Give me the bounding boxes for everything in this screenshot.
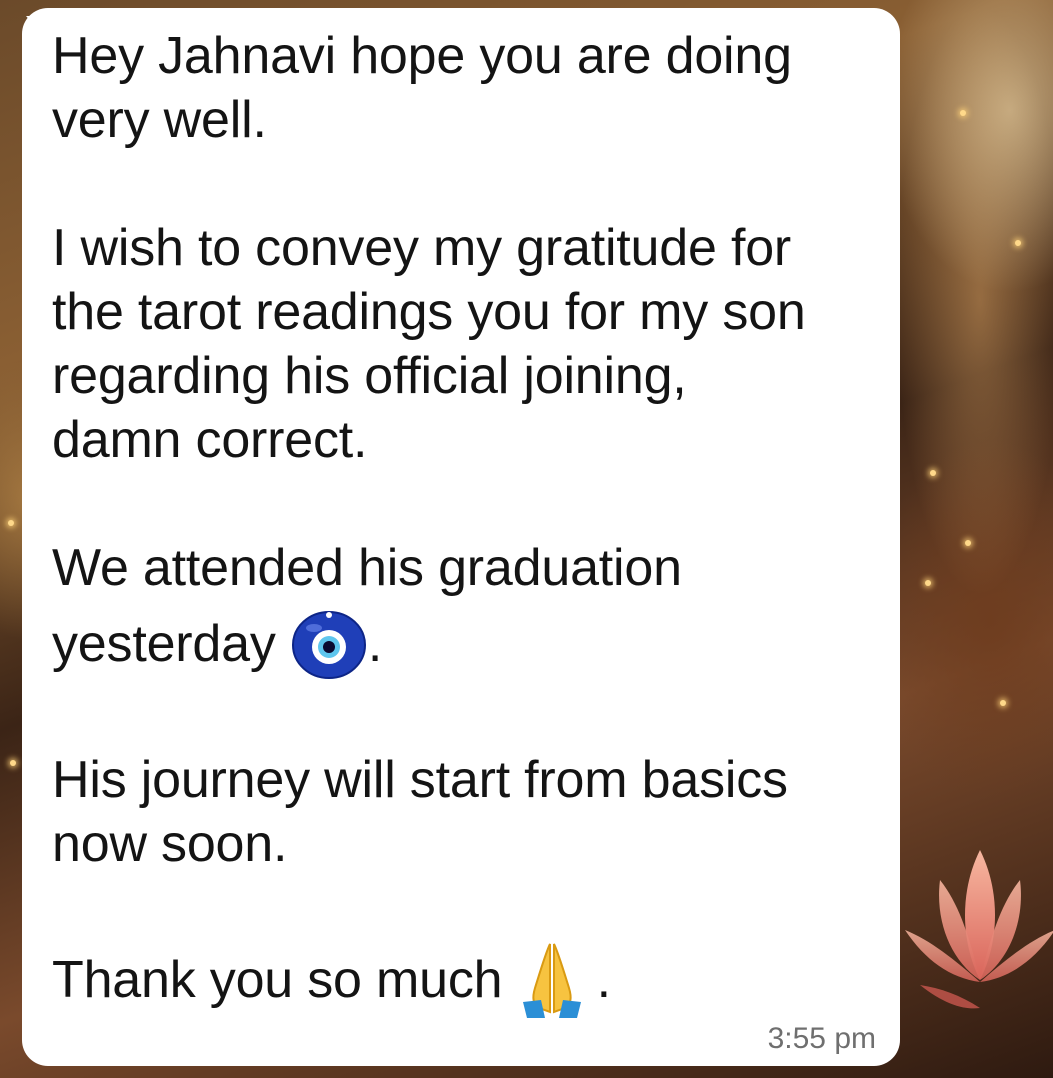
bubble-tail xyxy=(26,16,52,46)
message-line: We attended his graduation xyxy=(52,539,682,597)
folded-hands-icon xyxy=(522,943,581,1019)
message-text: Hey Jahnavi hope you are doing very well… xyxy=(52,24,882,1024)
message-line-text: yesterday xyxy=(52,615,276,673)
message-line: the tarot readings you for my son xyxy=(52,283,806,341)
message-line: Hey Jahnavi hope you are doing xyxy=(52,27,792,85)
wallpaper-sparkle xyxy=(925,580,931,586)
message-line-text: . xyxy=(596,951,611,1009)
message-line-text: Thank you so much xyxy=(52,951,503,1009)
wallpaper-sparkle xyxy=(965,540,971,546)
message-line-text: . xyxy=(367,615,383,673)
message-timestamp: 3:55 pm xyxy=(767,1022,876,1055)
wallpaper-sparkle xyxy=(1015,240,1021,246)
message-line: very well. xyxy=(52,91,267,149)
wallpaper-sparkle xyxy=(930,470,936,476)
message-line: I wish to convey my gratitude for xyxy=(52,219,792,277)
message-line-with-emoji: yesterday . xyxy=(52,600,882,688)
message-line: His journey will start from basics xyxy=(52,751,788,809)
wallpaper-sparkle xyxy=(1000,700,1006,706)
message-line: now soon. xyxy=(52,815,288,873)
message-line: damn correct. xyxy=(52,411,368,469)
lotus-flower-image xyxy=(905,850,1053,1009)
wallpaper-sparkle xyxy=(10,760,16,766)
wallpaper-sparkle xyxy=(960,110,966,116)
nazar-amulet-icon xyxy=(291,611,366,680)
message-line-with-emoji: Thank you so much . xyxy=(52,936,882,1024)
message-line: regarding his official joining, xyxy=(52,347,687,405)
wallpaper-sparkle xyxy=(8,520,14,526)
